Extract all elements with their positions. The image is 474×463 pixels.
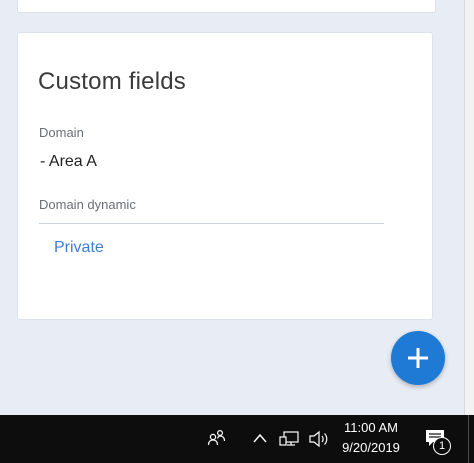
volume-icon[interactable] (308, 429, 330, 449)
scrollbar-track[interactable] (464, 0, 474, 415)
clock-time: 11:00 AM (344, 420, 398, 435)
divider (39, 223, 384, 224)
custom-fields-card: Custom fields Domain - Area A Domain dyn… (17, 32, 433, 320)
card-title: Custom fields (38, 68, 186, 95)
taskbar-clock[interactable]: 11:00 AM 9/20/2019 (336, 418, 406, 458)
previous-card (17, 0, 436, 13)
domain-value: - Area A (40, 153, 97, 170)
domain-label: Domain (39, 125, 84, 140)
show-desktop-button[interactable] (468, 415, 474, 463)
chevron-up-icon[interactable] (252, 432, 268, 444)
plus-icon (408, 348, 428, 368)
taskbar: 11:00 AM 9/20/2019 1 (0, 415, 474, 463)
add-button[interactable] (391, 331, 445, 385)
domain-dynamic-link[interactable]: Private (54, 239, 104, 257)
people-icon[interactable] (207, 429, 227, 447)
clock-date: 9/20/2019 (342, 440, 400, 455)
notification-badge: 1 (433, 437, 451, 455)
domain-dynamic-label: Domain dynamic (39, 197, 136, 212)
network-icon[interactable] (279, 430, 301, 448)
